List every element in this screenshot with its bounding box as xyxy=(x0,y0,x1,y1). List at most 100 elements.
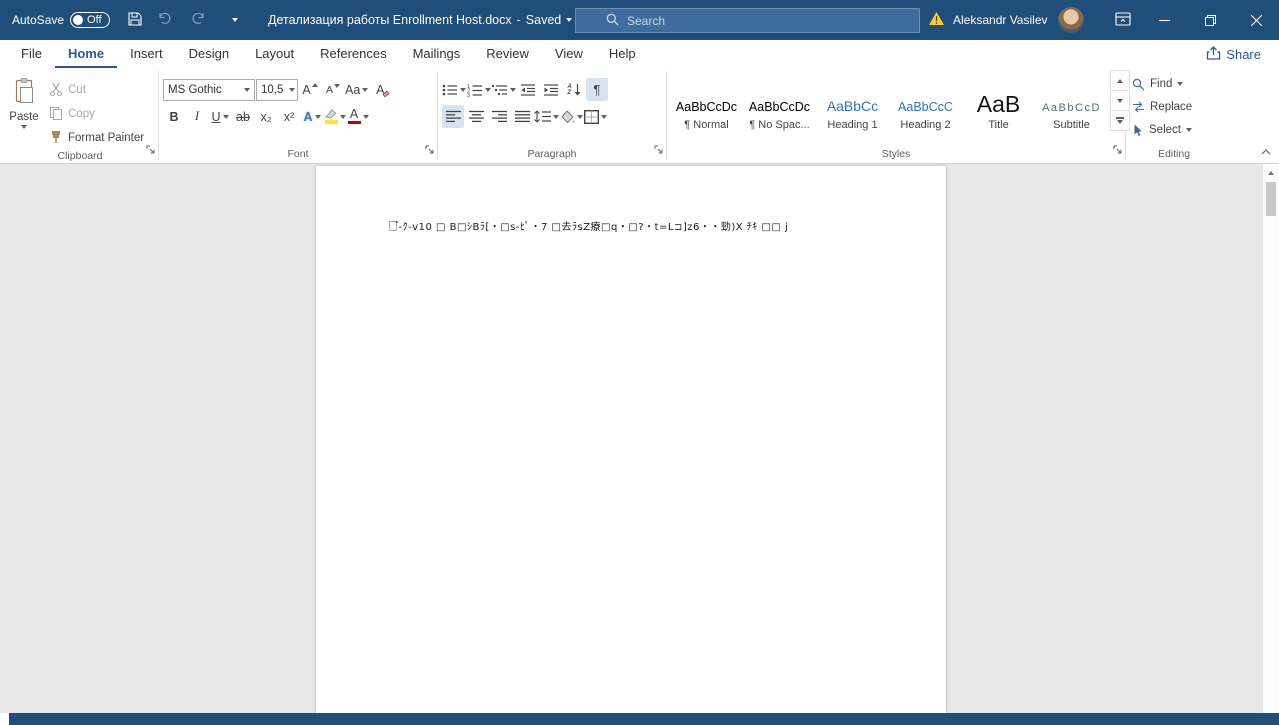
bullets-icon xyxy=(442,84,457,95)
document-text-line[interactable]: □゚-ｸ-v10 □ B□ｼBﾗ[・□s-ﾋﾟ・7 □去ﾗsZ療□q・□?・t=… xyxy=(388,218,788,233)
paste-button[interactable]: Paste xyxy=(2,76,46,148)
subscript-button[interactable]: x₂ xyxy=(255,105,277,128)
superscript-button[interactable]: x² xyxy=(278,105,300,128)
style-heading-1[interactable]: AaBbCc Heading 1 xyxy=(817,70,888,134)
chevron-down-icon xyxy=(362,114,369,119)
save-button[interactable] xyxy=(120,0,150,40)
tab-mailings[interactable]: Mailings xyxy=(400,40,474,68)
borders-button[interactable] xyxy=(584,105,607,128)
grow-font-button[interactable]: A xyxy=(299,78,321,101)
find-button[interactable]: Find xyxy=(1132,74,1222,94)
save-status[interactable]: Saved xyxy=(526,13,561,27)
underline-button[interactable]: U xyxy=(209,105,231,128)
chevron-up-icon xyxy=(1117,78,1123,83)
align-left-icon xyxy=(445,110,461,123)
restore-button[interactable] xyxy=(1187,0,1233,40)
italic-button[interactable]: I xyxy=(186,105,208,128)
numbering-button[interactable]: 123 xyxy=(467,78,491,101)
bullets-button[interactable] xyxy=(442,78,466,101)
search-input[interactable]: Search xyxy=(575,8,920,33)
tab-references[interactable]: References xyxy=(307,40,399,68)
tab-review[interactable]: Review xyxy=(473,40,542,68)
undo-icon xyxy=(157,11,173,29)
minimize-button[interactable] xyxy=(1141,0,1187,40)
font-name-combo[interactable]: MS Gothic xyxy=(163,78,255,101)
autosave-switch[interactable]: Off xyxy=(70,12,110,28)
save-icon xyxy=(127,11,143,30)
style-title[interactable]: AaB Title xyxy=(963,70,1034,134)
format-painter-button[interactable]: Format Painter xyxy=(46,128,147,148)
font-size-combo[interactable]: 10,5 xyxy=(256,78,298,101)
customize-quick-access-button[interactable] xyxy=(220,0,250,40)
style-preview: AaBbCcC xyxy=(898,100,953,114)
tab-home[interactable]: Home xyxy=(54,40,118,68)
clipboard-dialog-launcher[interactable] xyxy=(146,141,155,159)
style-subtitle[interactable]: AaBbCcD Subtitle xyxy=(1036,70,1107,134)
shading-button[interactable] xyxy=(560,105,583,128)
close-button[interactable] xyxy=(1233,0,1279,40)
font-dialog-launcher[interactable] xyxy=(425,141,434,159)
style-no-spacing[interactable]: AaBbCcDc ¶ No Spac... xyxy=(744,70,815,134)
search-icon xyxy=(606,13,619,29)
copy-button[interactable]: Copy xyxy=(46,104,147,124)
align-center-button[interactable] xyxy=(465,105,487,128)
justify-button[interactable] xyxy=(511,105,533,128)
cut-button[interactable]: Cut xyxy=(46,80,147,100)
decrease-indent-button[interactable] xyxy=(517,78,539,101)
font-color-button[interactable]: A xyxy=(347,105,369,128)
replace-button[interactable]: Replace xyxy=(1132,97,1222,117)
redo-button[interactable] xyxy=(183,0,213,40)
font-color-letter: A xyxy=(349,106,359,121)
scrollbar-thumb[interactable] xyxy=(1266,182,1276,216)
sort-arrow-icon xyxy=(574,83,581,95)
triangle-up-icon xyxy=(1268,171,1274,175)
text-effects-button[interactable]: A xyxy=(301,105,323,128)
editing-group: Find Replace Select Editing xyxy=(1126,68,1222,163)
style-preview: AaB xyxy=(976,91,1021,117)
line-spacing-button[interactable] xyxy=(534,105,559,128)
align-right-button[interactable] xyxy=(488,105,510,128)
tab-design[interactable]: Design xyxy=(176,40,242,68)
ribbon-display-options-button[interactable] xyxy=(1108,0,1138,40)
superscript-icon: x² xyxy=(283,109,295,124)
tab-help[interactable]: Help xyxy=(596,40,649,68)
clear-formatting-button[interactable]: A xyxy=(369,78,391,101)
vertical-scrollbar[interactable] xyxy=(1262,164,1279,713)
collapse-ribbon-button[interactable] xyxy=(1261,142,1271,160)
autosave-toggle[interactable]: AutoSave Off xyxy=(12,0,110,40)
warning-button[interactable] xyxy=(928,0,945,40)
styles-dialog-launcher[interactable] xyxy=(1113,141,1122,159)
select-button[interactable]: Select xyxy=(1132,120,1222,140)
document-page[interactable]: □゚-ｸ-v10 □ B□ｼBﾗ[・□s-ﾋﾟ・7 □去ﾗsZ療□q・□?・t=… xyxy=(316,166,946,713)
share-button[interactable]: Share xyxy=(1206,40,1261,68)
undo-button[interactable] xyxy=(150,0,180,40)
chevron-down-icon xyxy=(362,87,369,92)
tab-view[interactable]: View xyxy=(542,40,596,68)
multilevel-list-button[interactable] xyxy=(492,78,516,101)
increase-indent-button[interactable] xyxy=(540,78,562,101)
avatar[interactable] xyxy=(1058,7,1084,33)
chevron-down-icon xyxy=(577,114,583,119)
align-left-button[interactable] xyxy=(442,105,464,128)
numbering-icon: 123 xyxy=(467,84,482,97)
tab-insert[interactable]: Insert xyxy=(117,40,176,68)
increase-indent-icon xyxy=(544,83,558,96)
paragraph-dialog-launcher[interactable] xyxy=(654,141,663,159)
strikethrough-button[interactable]: ab xyxy=(232,105,254,128)
shrink-font-button[interactable]: A xyxy=(322,78,344,101)
style-normal[interactable]: AaBbCcDc ¶ Normal xyxy=(671,70,742,134)
style-heading-2[interactable]: AaBbCcC Heading 2 xyxy=(890,70,961,134)
sort-button[interactable]: A Z xyxy=(563,78,585,101)
highlight-color-button[interactable] xyxy=(324,105,346,128)
bold-button[interactable]: B xyxy=(163,105,185,128)
tab-layout[interactable]: Layout xyxy=(242,40,307,68)
tab-file[interactable]: File xyxy=(8,40,55,68)
save-status-chevron-icon[interactable] xyxy=(566,18,573,22)
pilcrow-icon: ¶ xyxy=(593,82,601,97)
scroll-up-button[interactable] xyxy=(1263,166,1279,180)
editing-group-label: Editing xyxy=(1157,148,1191,160)
change-case-button[interactable]: Aa xyxy=(345,78,369,101)
show-hide-marks-button[interactable]: ¶ xyxy=(586,78,608,101)
format-painter-label: Format Painter xyxy=(68,132,145,144)
account-name[interactable]: Aleksandr Vasilev xyxy=(953,0,1048,40)
